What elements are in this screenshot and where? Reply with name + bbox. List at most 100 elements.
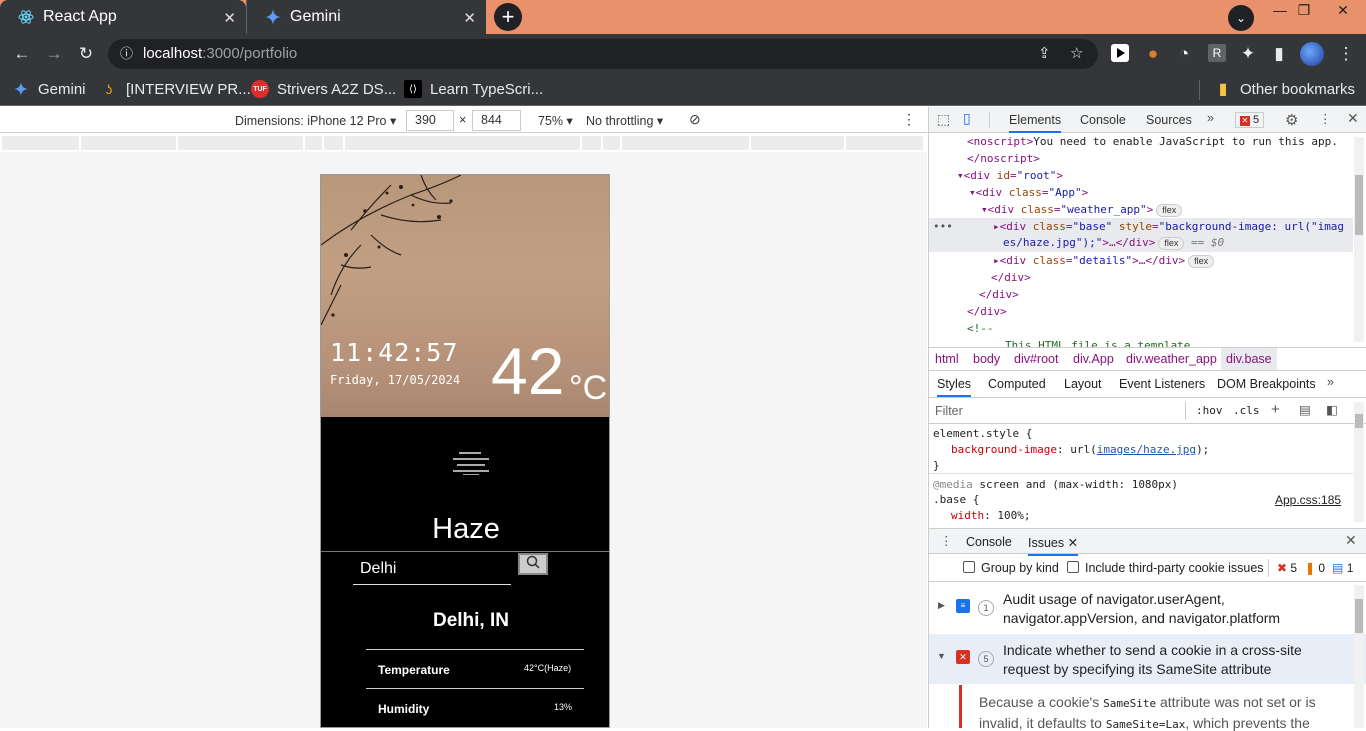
filter-input[interactable]: Filter (935, 404, 963, 418)
tab-console[interactable]: Console (1080, 107, 1126, 133)
cookie-ext-icon[interactable]: ● (1143, 44, 1163, 64)
crumb[interactable]: div.App (1073, 352, 1114, 366)
drawer-tab-console[interactable]: Console (966, 535, 1012, 549)
close-drawer-icon[interactable]: ✕ (1345, 532, 1357, 549)
tab-elements[interactable]: Elements (1009, 107, 1062, 133)
info-count-badge[interactable]: ▤ 1 (1332, 561, 1353, 575)
media-segment[interactable] (622, 136, 750, 150)
more-tabs-icon[interactable]: » (1207, 111, 1214, 125)
media-segment[interactable] (81, 136, 177, 150)
tab-sources[interactable]: Sources (1146, 107, 1192, 133)
youtube-ext-icon[interactable] (1111, 44, 1129, 62)
dom-node-weather-app[interactable]: ▾<div class="weather_app"> flex (981, 203, 1183, 217)
dom-line[interactable]: </div> (991, 271, 1031, 284)
tab-dom-breakpoints[interactable]: DOM Breakpoints (1217, 377, 1316, 391)
crumb[interactable]: html (935, 352, 959, 366)
hov-button[interactable]: :hov (1196, 404, 1223, 417)
dom-line[interactable]: </noscript> (967, 152, 1040, 165)
more-options-icon[interactable]: ⋮ (1319, 111, 1332, 126)
r-ext-icon[interactable]: R (1208, 44, 1226, 62)
dom-node-app[interactable]: ▾<div class="App"> (969, 186, 1088, 199)
bookmark-star-icon[interactable]: ☆ (1070, 39, 1083, 69)
cls-button[interactable]: .cls (1233, 404, 1260, 417)
styles-scrollbar[interactable] (1354, 402, 1364, 522)
css-selector[interactable]: element.style { (933, 427, 1032, 440)
collapse-arrow-icon[interactable]: ▼ (937, 651, 946, 661)
dom-node-details[interactable]: ▸<div class="details">…</div> flex (993, 254, 1215, 268)
dom-line[interactable]: </div> (967, 305, 1007, 318)
search-button[interactable] (518, 553, 548, 575)
tab-gemini[interactable]: Gemini ✕ (246, 0, 486, 34)
device-toggle-icon[interactable]: ▯ (963, 110, 971, 127)
bookmark-interview[interactable]: ʖ [INTERVIEW PR... (100, 80, 251, 98)
bookmark-typescript[interactable]: ⟨⟩ Learn TypeScri... (404, 80, 543, 98)
close-tab-icon[interactable]: ✕ (223, 9, 236, 27)
bookmark-strivers[interactable]: TUF Strivers A2Z DS... (251, 80, 396, 98)
third-party-checkbox[interactable] (1067, 561, 1079, 573)
zoom-select[interactable]: 75% ▾ (538, 113, 573, 128)
media-segment[interactable] (305, 136, 323, 150)
warning-count-badge[interactable]: ❚ 0 (1305, 561, 1325, 575)
info-icon[interactable]: ⓘ (120, 39, 133, 69)
maximize-icon[interactable]: ❐ (1289, 2, 1319, 24)
dom-node-base[interactable]: ▸<div class="base" style="background-ima… (993, 220, 1344, 233)
crumb[interactable]: div.weather_app (1126, 352, 1217, 366)
dom-scrollbar[interactable] (1354, 137, 1364, 342)
back-icon[interactable]: ← (12, 44, 32, 64)
media-segment[interactable] (345, 136, 581, 150)
dom-node-base-cont[interactable]: es/haze.jpg");">…</div> flex == $0 (1003, 236, 1224, 250)
css-source-link[interactable]: App.css:185 (1275, 493, 1341, 507)
extensions-icon[interactable]: ✦ (1238, 44, 1258, 64)
profile-avatar[interactable] (1300, 42, 1324, 66)
media-segment[interactable] (324, 136, 344, 150)
scroll-thumb[interactable] (1355, 599, 1363, 633)
media-segment[interactable] (582, 136, 602, 150)
css-declaration[interactable]: width: 100%; (951, 509, 1031, 522)
issue-row-useragent[interactable]: ▶ ≡ 1 Audit usage of navigator.userAgent… (929, 583, 1366, 633)
css-declaration[interactable]: background-image: url(images/haze.jpg); (951, 443, 1209, 456)
css-selector[interactable]: .base { (933, 493, 979, 506)
tab-search-button[interactable]: ⌄ (1228, 5, 1254, 31)
bookmark-gemini[interactable]: Gemini (12, 80, 86, 98)
inspect-icon[interactable]: ⬚ (937, 111, 950, 128)
close-tab-icon[interactable]: ✕ (1068, 536, 1078, 550)
crumb-selected[interactable]: div.base (1221, 348, 1277, 370)
crumb[interactable]: div#root (1014, 352, 1058, 366)
tab-react-app[interactable]: React App ✕ (0, 0, 246, 34)
paint-icon[interactable]: ▤ (1299, 402, 1311, 417)
city-search-input[interactable]: Delhi (353, 557, 511, 585)
new-rule-icon[interactable]: + (1271, 401, 1280, 418)
media-segment[interactable] (2, 136, 80, 150)
forward-icon[interactable]: → (44, 44, 64, 64)
sidebar-toggle-icon[interactable]: ◧ (1326, 402, 1338, 417)
close-devtools-icon[interactable]: ✕ (1347, 110, 1359, 127)
menu-icon[interactable]: ⋮ (1336, 44, 1356, 64)
media-segment[interactable] (751, 136, 845, 150)
throttle-select[interactable]: No throttling ▾ (586, 113, 663, 128)
width-input[interactable]: 390 (406, 110, 454, 131)
side-panel-icon[interactable]: ▮ (1269, 44, 1289, 64)
clock-ext-icon[interactable]: ◔ (1174, 44, 1194, 64)
dom-comment[interactable]: This HTML file is a template. (1005, 339, 1197, 347)
error-counter[interactable]: ✕ 5 (1235, 112, 1265, 128)
tab-styles[interactable]: Styles (937, 377, 972, 397)
expand-arrow-icon[interactable]: ▶ (938, 600, 945, 611)
drawer-tab-issues[interactable]: Issues ✕ (1028, 535, 1079, 556)
reload-icon[interactable]: ↻ (76, 44, 96, 64)
drawer-menu-icon[interactable]: ⋮ (940, 533, 953, 548)
dom-line[interactable]: </div> (979, 288, 1019, 301)
address-bar[interactable]: ⓘ localhost:3000/portfolio ⇪ ☆ (108, 39, 1098, 69)
settings-gear-icon[interactable]: ⚙ (1285, 111, 1298, 129)
close-window-icon[interactable]: ✕ (1320, 2, 1366, 24)
more-options-icon[interactable]: ⋮ (902, 111, 916, 128)
media-segment[interactable] (603, 136, 621, 150)
more-node-icon[interactable]: ••• (933, 220, 953, 233)
new-tab-button[interactable]: + (494, 3, 522, 31)
issues-scrollbar[interactable] (1354, 585, 1364, 728)
dom-node-root[interactable]: ▾<div id="root"> (957, 169, 1063, 182)
crumb[interactable]: body (973, 352, 1000, 366)
tab-layout[interactable]: Layout (1064, 377, 1102, 391)
height-input[interactable]: 844 (472, 110, 521, 131)
dom-comment[interactable]: <!-- (967, 322, 994, 335)
rotate-icon[interactable]: ⊘ (689, 111, 701, 128)
